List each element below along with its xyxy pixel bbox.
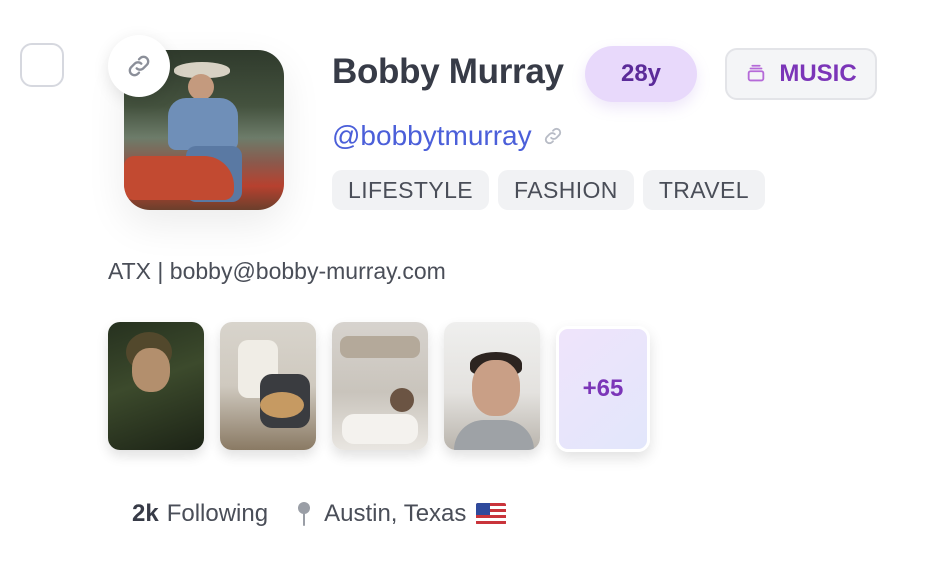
profile-handle-link[interactable]: @bobbytmurray	[332, 120, 564, 152]
following-count: 2k	[132, 500, 159, 527]
profile-bio: ATX | bobby@bobby-murray.com	[108, 258, 446, 284]
more-media-button[interactable]: +65	[556, 326, 650, 452]
select-checkbox[interactable]	[20, 43, 64, 87]
tag-list: LIFESTYLE FASHION TRAVEL	[332, 170, 765, 210]
us-flag-icon	[476, 503, 507, 525]
tag-travel[interactable]: TRAVEL	[642, 170, 765, 210]
media-thumbnail[interactable]	[108, 322, 204, 450]
location-text: Austin, Texas	[324, 500, 467, 527]
copy-link-button[interactable]	[108, 35, 170, 97]
link-icon	[128, 55, 150, 77]
category-label: MUSIC	[779, 60, 857, 87]
age-badge: 28y	[585, 46, 697, 102]
profile-name: Bobby Murray	[332, 52, 564, 91]
media-thumbnail[interactable]	[220, 322, 316, 450]
stack-icon	[748, 64, 765, 82]
following-label: Following	[166, 500, 269, 527]
handle-text: @bobbytmurray	[332, 120, 532, 151]
link-icon	[544, 127, 561, 145]
location: Austin, Texas	[294, 500, 507, 528]
media-thumbnail[interactable]	[332, 322, 428, 450]
category-badge[interactable]: MUSIC	[725, 48, 877, 100]
pin-icon	[298, 502, 311, 526]
profile-stats: 2k Following Austin, Texas	[132, 500, 507, 528]
tag-fashion[interactable]: FASHION	[498, 170, 634, 210]
tag-lifestyle[interactable]: LIFESTYLE	[332, 170, 490, 210]
media-gallery: +65	[108, 322, 650, 452]
media-thumbnail[interactable]	[444, 322, 540, 450]
